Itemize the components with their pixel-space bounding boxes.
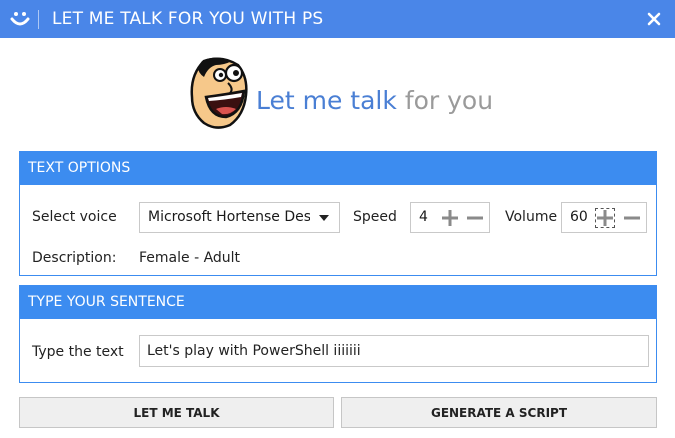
sentence-panel: TYPE YOUR SENTENCE Type the text <box>19 285 657 383</box>
cartoon-face-logo <box>190 57 248 129</box>
speed-label: Speed <box>353 209 397 225</box>
description-label: Description: <box>32 250 117 266</box>
sentence-input[interactable] <box>139 335 649 367</box>
text-options-header: TEXT OPTIONS <box>20 152 656 185</box>
plus-icon[interactable] <box>441 209 459 227</box>
type-text-label: Type the text <box>32 344 124 360</box>
generate-script-button[interactable]: GENERATE A SCRIPT <box>341 397 657 428</box>
let-me-talk-button[interactable]: LET ME TALK <box>19 397 334 428</box>
chevron-down-icon <box>319 215 329 221</box>
title-separator <box>38 10 39 29</box>
minus-icon[interactable] <box>466 209 484 227</box>
logo-text-light: for you <box>404 86 494 115</box>
text-options-panel: TEXT OPTIONS Select voice Microsoft Hort… <box>19 151 657 276</box>
description-value: Female - Adult <box>139 250 241 266</box>
smiley-face-icon <box>10 12 30 26</box>
volume-value: 60 <box>570 209 588 225</box>
volume-label: Volume <box>505 209 558 225</box>
close-icon[interactable] <box>642 7 666 31</box>
speed-value: 4 <box>419 209 428 225</box>
speed-stepper[interactable]: 4 <box>410 202 490 233</box>
logo-text: Let me talk for you <box>256 86 493 115</box>
select-voice-label: Select voice <box>32 209 117 225</box>
sentence-header: TYPE YOUR SENTENCE <box>20 286 656 319</box>
title-bar: LET ME TALK FOR YOU WITH PS <box>0 0 675 38</box>
voice-select[interactable]: Microsoft Hortense Desktop <box>139 202 340 233</box>
plus-icon[interactable] <box>595 208 615 228</box>
window-title: LET ME TALK FOR YOU WITH PS <box>52 9 324 29</box>
logo-text-strong: Let me talk <box>256 86 397 115</box>
voice-select-value: Microsoft Hortense Desktop <box>148 209 310 225</box>
minus-icon[interactable] <box>623 209 641 227</box>
volume-stepper[interactable]: 60 <box>561 202 647 233</box>
